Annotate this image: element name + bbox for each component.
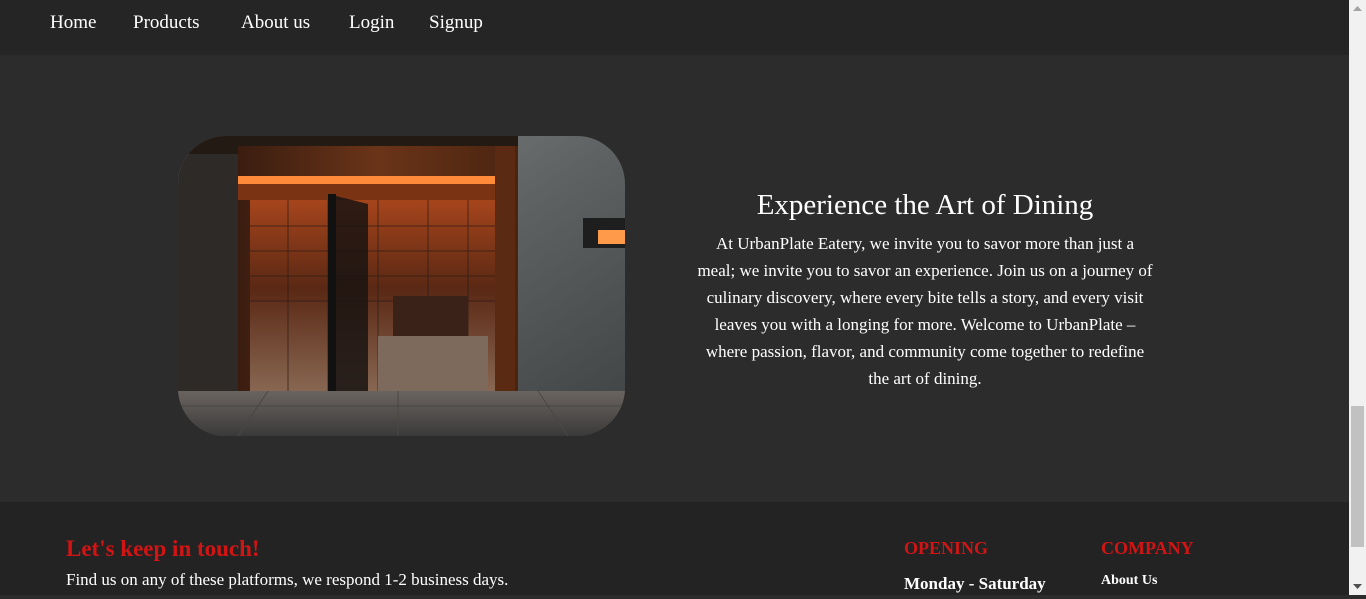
company-about-us-link[interactable]: About Us (1101, 573, 1157, 589)
restaurant-entrance-image (178, 136, 625, 436)
nav-login-link[interactable]: Login (349, 12, 394, 34)
triangle-up-icon[interactable] (1349, 0, 1366, 17)
company-heading: COMPANY (1101, 538, 1194, 558)
triangle-down-icon[interactable] (1349, 578, 1366, 595)
hero-text-block: Experience the Art of Dining At UrbanPla… (690, 186, 1160, 392)
opening-heading: OPENING (904, 538, 989, 558)
hero-title: Experience the Art of Dining (756, 189, 1094, 221)
footer: Let's keep in touch! Find us on any of t… (0, 502, 1349, 595)
nav-home-link[interactable]: Home (50, 12, 96, 34)
page: Home Products About us Login Signup Expe… (0, 0, 1349, 595)
nav-signup-link[interactable]: Signup (429, 12, 483, 34)
scrollbar-thumb[interactable] (1351, 406, 1364, 547)
footer-title: Let's keep in touch! (66, 536, 260, 561)
nav-about-link[interactable]: About us (241, 12, 310, 34)
hero-description: At UrbanPlate Eatery, we invite you to s… (697, 234, 1153, 388)
top-navbar: Home Products About us Login Signup (0, 0, 1349, 55)
footer-description: Find us on any of these platforms, we re… (66, 570, 509, 589)
nav-products-link[interactable]: Products (133, 12, 200, 34)
vertical-scrollbar[interactable] (1349, 0, 1366, 595)
opening-days: Monday - Saturday (904, 574, 1046, 593)
